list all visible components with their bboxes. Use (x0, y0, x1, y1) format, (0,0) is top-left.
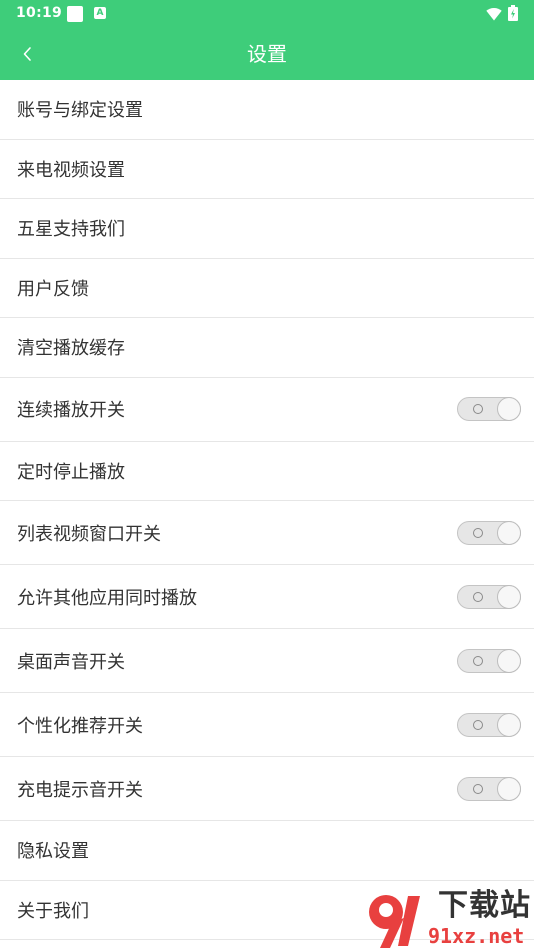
settings-item-label: 个性化推荐开关 (17, 715, 143, 737)
settings-item-sleep-timer[interactable]: 定时停止播放 (0, 442, 534, 501)
charging-sound-toggle[interactable] (457, 776, 521, 801)
status-bar: 10:19 A (0, 0, 534, 28)
settings-item-allow-other-apps: 允许其他应用同时播放 (0, 565, 534, 629)
settings-item-label: 隐私设置 (17, 841, 89, 863)
settings-item-account-binding[interactable]: 账号与绑定设置 (0, 80, 534, 140)
settings-item-feedback[interactable]: 用户反馈 (0, 259, 534, 318)
settings-item-label: 来电视频设置 (17, 159, 125, 181)
switch-knob (497, 776, 521, 801)
settings-list: 账号与绑定设置 来电视频设置 五星支持我们 用户反馈 清空播放缓存 连续播放开关… (0, 80, 534, 940)
settings-item-label: 定时停止播放 (17, 461, 125, 483)
a-notification-icon: A (94, 7, 106, 19)
settings-item-label: 五星支持我们 (17, 219, 125, 241)
settings-item-label: 用户反馈 (17, 278, 89, 300)
continuous-play-toggle[interactable] (457, 397, 521, 421)
toolbar: 设置 (0, 28, 534, 80)
settings-item-label: 关于我们 (17, 900, 89, 922)
page-title: 设置 (247, 42, 287, 66)
settings-item-label: 连续播放开关 (17, 400, 125, 421)
settings-item-label: 账号与绑定设置 (17, 100, 143, 122)
switch-off-indicator-icon (473, 655, 483, 666)
switch-off-indicator-icon (473, 719, 483, 730)
settings-item-label: 允许其他应用同时播放 (17, 587, 197, 609)
settings-item-personalized-recommend: 个性化推荐开关 (0, 693, 534, 757)
settings-item-desktop-sound: 桌面声音开关 (0, 629, 534, 693)
list-video-window-toggle[interactable] (457, 520, 521, 545)
battery-icon (508, 5, 518, 21)
settings-item-list-video-window: 列表视频窗口开关 (0, 501, 534, 565)
settings-item-incoming-call-video[interactable]: 来电视频设置 (0, 140, 534, 199)
personalized-recommend-toggle[interactable] (457, 712, 521, 737)
watermark-logo (369, 895, 420, 948)
settings-item-clear-cache[interactable]: 清空播放缓存 (0, 318, 534, 378)
settings-item-charging-sound: 充电提示音开关 (0, 757, 534, 821)
watermark: 下载站 91xz.net (362, 888, 534, 950)
switch-off-indicator-icon (473, 527, 483, 538)
watermark-title: 下载站 (438, 888, 531, 923)
settings-item-continuous-play: 连续播放开关 (0, 378, 534, 442)
switch-off-indicator-icon (473, 591, 483, 602)
status-time: 10:19 (16, 5, 63, 21)
allow-other-apps-toggle[interactable] (457, 584, 521, 609)
settings-item-label: 充电提示音开关 (17, 779, 143, 801)
settings-item-privacy[interactable]: 隐私设置 (0, 821, 534, 881)
switch-knob (497, 520, 521, 545)
settings-item-five-star-support[interactable]: 五星支持我们 (0, 199, 534, 259)
square-notification-icon (67, 6, 83, 22)
switch-off-indicator-icon (473, 404, 483, 414)
switch-off-indicator-icon (473, 783, 483, 794)
desktop-sound-toggle[interactable] (457, 648, 521, 673)
watermark-url: 91xz.net (428, 924, 525, 948)
switch-knob (497, 584, 521, 609)
settings-item-label: 列表视频窗口开关 (17, 523, 161, 545)
wifi-icon (486, 8, 502, 21)
settings-item-label: 桌面声音开关 (17, 651, 125, 673)
switch-knob (497, 712, 521, 737)
switch-knob (497, 397, 521, 421)
switch-knob (497, 648, 521, 673)
settings-item-label: 清空播放缓存 (17, 338, 125, 360)
